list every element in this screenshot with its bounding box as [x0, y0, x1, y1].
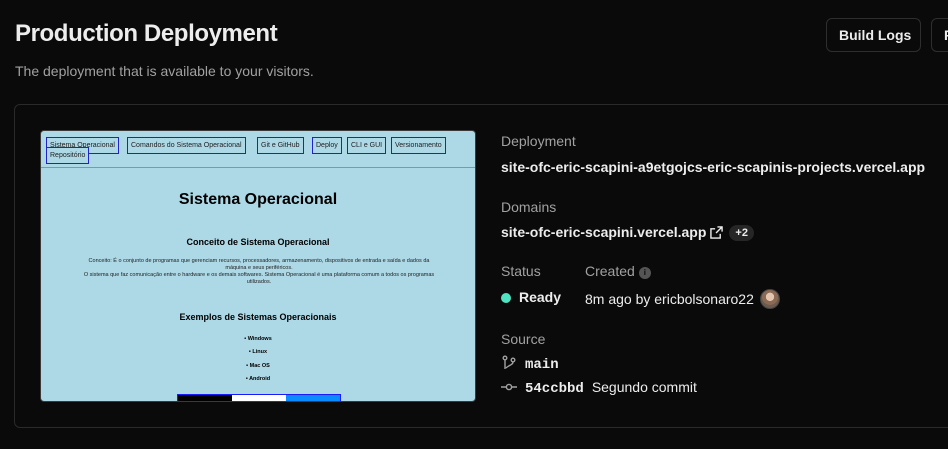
preview-section-heading: Exemplos de Sistemas Operacionais	[179, 312, 337, 322]
preview-paragraph: O sistema que faz comunicação entre o ha…	[83, 272, 435, 278]
preview-list-item: • Windows	[244, 336, 272, 342]
preview-nav: Sistema Operacional Comandos do Sistema …	[41, 131, 475, 168]
status-value: Ready	[501, 289, 561, 305]
preview-nav-link: Deploy	[312, 137, 342, 154]
preview-image-strip	[177, 394, 341, 401]
build-logs-button[interactable]: Build Logs	[826, 18, 921, 52]
avatar[interactable]	[759, 289, 780, 309]
source-branch-row: main	[501, 355, 559, 373]
branch-name[interactable]: main	[525, 357, 559, 373]
git-commit-icon	[501, 383, 517, 391]
secondary-action-button[interactable]: R	[931, 18, 948, 52]
commit-hash[interactable]: 54ccbbd	[525, 381, 584, 397]
external-link-icon[interactable]	[710, 226, 724, 239]
preview-nav-link: CLI e GUI	[347, 137, 387, 154]
status-label: Status	[501, 263, 541, 279]
preview-list-item: • Mac OS	[246, 363, 270, 369]
ready-status-dot-icon	[501, 293, 511, 303]
commit-message: Segundo commit	[591, 379, 697, 395]
domains-label: Domains	[501, 199, 557, 215]
preview-nav-link: Git e GitHub	[257, 137, 304, 154]
status-text: Ready	[519, 289, 562, 305]
created-text: 8m ago by ericbolsonaro22	[585, 291, 754, 307]
preview-paragraph: máquina e seus periféricos.	[225, 265, 293, 271]
preview-paragraph: utilizados.	[246, 279, 272, 285]
page-subtitle: The deployment that is available to your…	[15, 63, 314, 79]
preview-paragraph: Conceito: É o conjunto de programas que …	[88, 258, 430, 264]
deployment-preview[interactable]: Sistema Operacional Comandos do Sistema …	[40, 130, 476, 402]
preview-list-item: • Android	[245, 376, 271, 382]
preview-nav-link: Versionamento	[391, 137, 446, 154]
preview-list-item: • Linux	[248, 349, 268, 355]
preview-title: Sistema Operacional	[178, 191, 338, 208]
preview-nav-link: Repositório	[46, 147, 90, 164]
page-title: Production Deployment	[15, 20, 278, 47]
created-label: Created i	[585, 263, 651, 279]
deployment-card: Sistema Operacional Comandos do Sistema …	[14, 104, 948, 428]
domains-row: site-ofc-eric-scapini.vercel.app +2	[501, 224, 754, 241]
preview-nav-link: Comandos do Sistema Operacional	[127, 137, 246, 154]
git-branch-icon	[502, 355, 516, 369]
created-value: 8m ago by ericbolsonaro22	[585, 289, 780, 309]
source-commit-row: 54ccbbd Segundo commit	[501, 379, 697, 397]
deployment-label: Deployment	[501, 133, 576, 149]
domains-more-badge[interactable]: +2	[729, 225, 754, 241]
info-icon[interactable]: i	[638, 266, 651, 279]
deployment-url-link[interactable]: site-ofc-eric-scapini-a9etgojcs-eric-sca…	[501, 159, 925, 175]
domain-link[interactable]: site-ofc-eric-scapini.vercel.app	[501, 224, 706, 240]
preview-section-heading: Conceito de Sistema Operacional	[186, 237, 330, 247]
created-label-text: Created	[585, 263, 635, 279]
source-label: Source	[501, 331, 546, 347]
